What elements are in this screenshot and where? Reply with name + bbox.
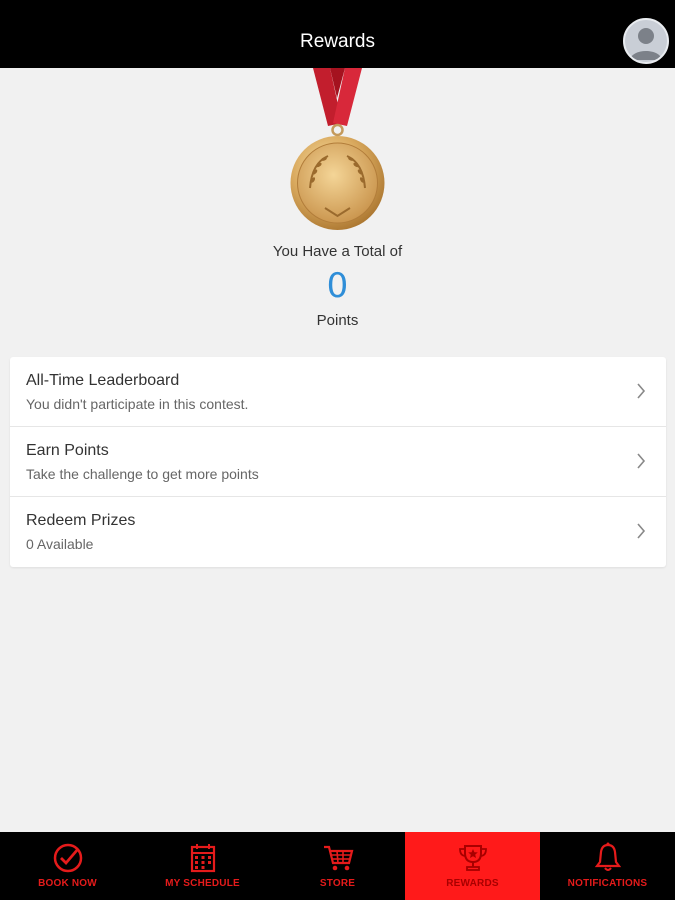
menu-item-leaderboard[interactable]: All-Time Leaderboard You didn't particip… [10,357,666,427]
nav-label: NOTIFICATIONS [567,878,648,889]
nav-store[interactable]: STORE [270,832,405,900]
page-title: Rewards [300,31,375,52]
nav-rewards[interactable]: REWARDS [405,832,540,900]
cart-icon [323,845,353,871]
menu-item-title: Earn Points [26,442,109,459]
nav-label: STORE [319,878,356,889]
nav-label: BOOK NOW [38,878,97,889]
menu-item-subtitle: Take the challenge to get more points [26,466,259,482]
chevron-right-icon [637,383,646,399]
menu-item-earn-points[interactable]: Earn Points Take the challenge to get mo… [10,427,666,497]
nav-label: REWARDS [446,878,499,889]
chevron-right-icon [637,453,646,469]
nav-book-now[interactable]: BOOK NOW [0,832,135,900]
nav-my-schedule[interactable]: MY SCHEDULE [135,832,270,900]
rewards-menu: All-Time Leaderboard You didn't particip… [10,357,666,567]
nav-label: MY SCHEDULE [165,878,240,889]
top-bar: Rewards [0,0,675,68]
points-summary-label: You Have a Total of [272,243,403,260]
nav-notifications[interactable]: NOTIFICATIONS [540,832,675,900]
points-value: 0 [326,266,349,306]
menu-item-title: All-Time Leaderboard [26,372,180,389]
points-unit-label: Points [316,312,359,329]
bell-icon [594,842,621,871]
calendar-icon [190,844,215,873]
user-avatar-icon[interactable] [623,18,669,64]
trophy-icon [458,845,487,871]
gold-medal-icon [280,68,395,238]
menu-item-title: Redeem Prizes [26,512,136,529]
menu-item-redeem-prizes[interactable]: Redeem Prizes 0 Available [10,497,666,567]
menu-item-subtitle: 0 Available [26,536,94,552]
bottom-nav: BOOK NOW MY SCHEDULE STORE REWARDS NOTIF… [0,832,675,900]
menu-item-subtitle: You didn't participate in this contest. [26,396,249,412]
check-circle-icon [53,843,82,873]
chevron-right-icon [637,523,646,539]
